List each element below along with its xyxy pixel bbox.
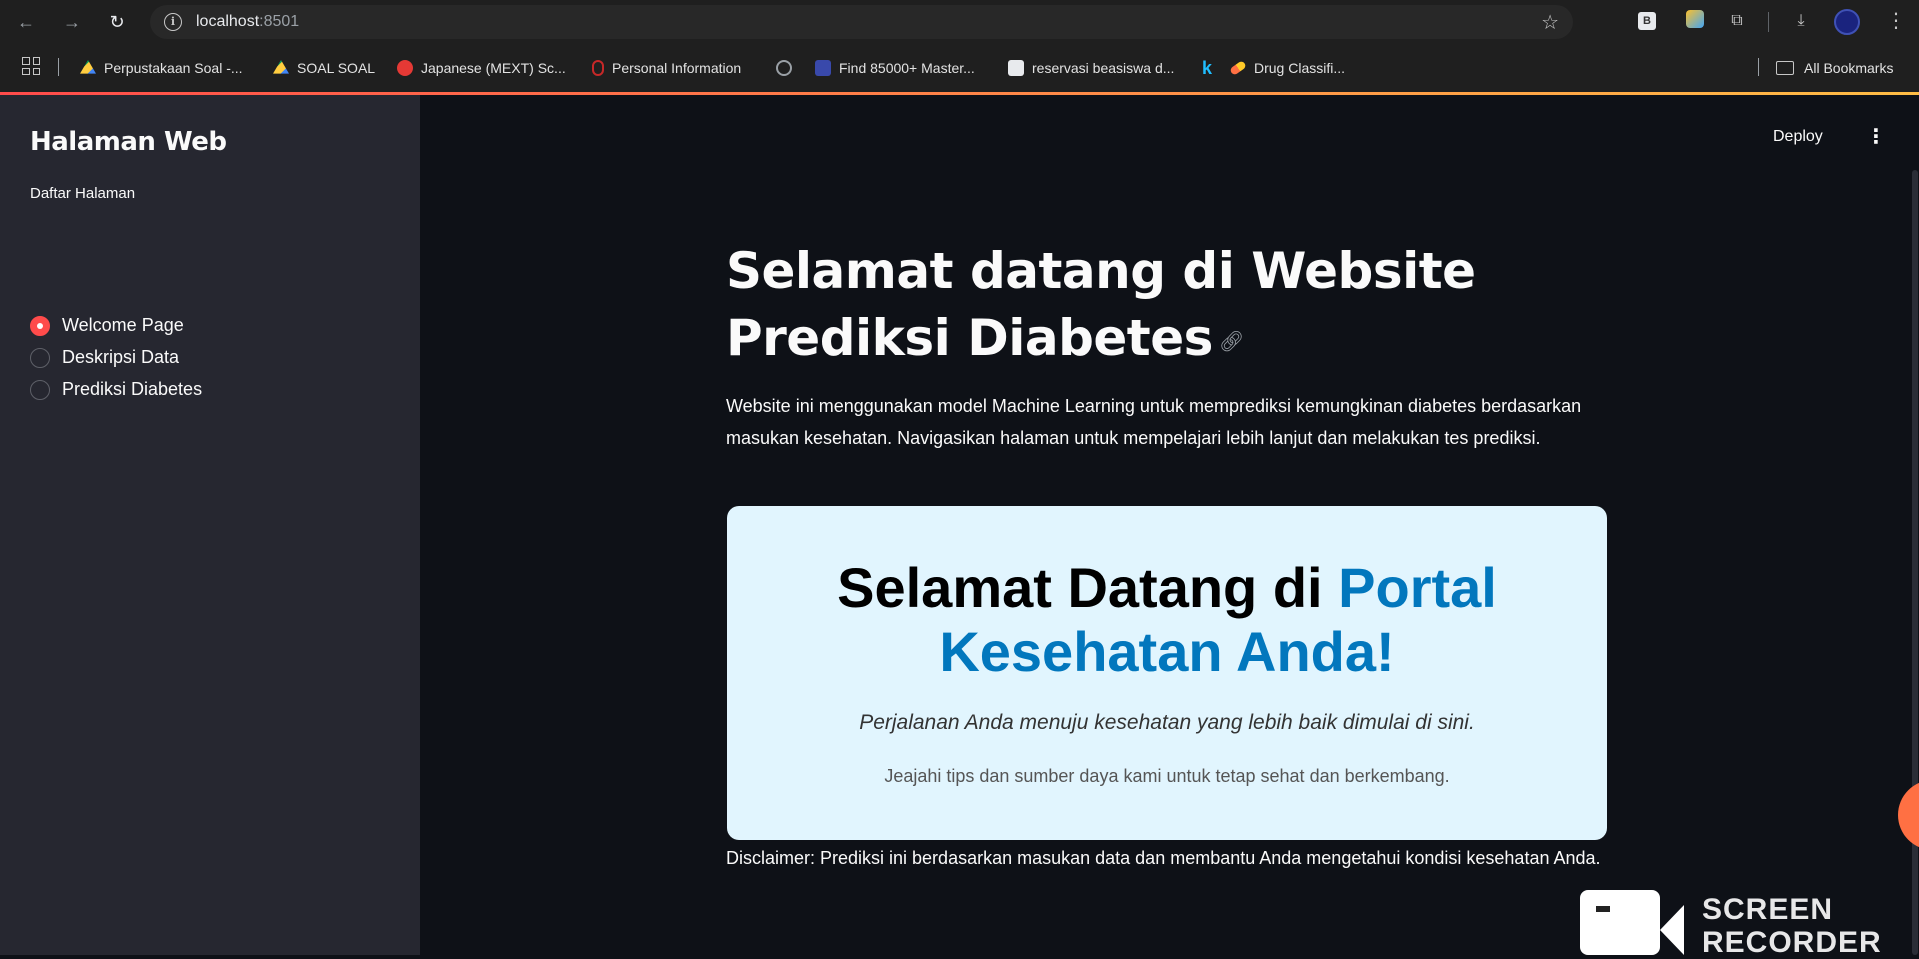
intro-text: Website ini menggunakan model Machine Le… [726, 396, 1582, 448]
kaggle-icon: k [1202, 57, 1213, 78]
bookmark-item[interactable]: Find 85000+ Master... [815, 58, 975, 78]
disclaimer-text: Disclaimer: Prediksi ini berdasarkan mas… [726, 848, 1601, 868]
apps-grid-icon[interactable] [22, 57, 40, 75]
all-bookmarks-button[interactable]: All Bookmarks [1776, 58, 1893, 78]
deploy-button[interactable]: Deploy [1773, 128, 1823, 146]
card-description: Jeajahi tips dan sumber daya kami untuk … [884, 766, 1450, 786]
app-menu-icon[interactable]: ⋮ [1866, 124, 1886, 149]
red-logo-icon [397, 60, 413, 76]
site-info-icon[interactable]: i [164, 13, 182, 31]
bookmark-item[interactable]: Drug Classifi... [1229, 58, 1345, 78]
page-title: Selamat datang di Website Prediksi Diabe… [726, 238, 1626, 375]
g-logo-icon [1008, 60, 1024, 76]
sidebar [0, 95, 420, 955]
bookmarks-bar: Perpustakaan Soal -... SOAL SOAL Japanes… [0, 44, 1919, 92]
radio-option-prediksi-diabetes[interactable]: Prediksi Diabetes [30, 379, 202, 400]
extensions-puzzle-icon[interactable]: ⧉ [1726, 10, 1748, 32]
pill-icon [1229, 60, 1247, 76]
folder-icon [1776, 61, 1794, 75]
bookmarks-divider [58, 58, 59, 76]
globe-icon [776, 60, 792, 76]
mouse-icon [592, 60, 604, 76]
radio-unselected-icon[interactable] [30, 379, 50, 400]
url-text[interactable]: localhost:8501 [196, 13, 299, 31]
back-icon[interactable]: ← [12, 8, 40, 36]
radio-selected-icon[interactable] [30, 315, 50, 336]
google-drive-icon [80, 60, 96, 74]
screen-recorder-lens-icon [1660, 905, 1684, 955]
google-drive-icon [273, 60, 289, 74]
card-subtitle: Perjalanan Anda menuju kesehatan yang le… [859, 711, 1475, 734]
bookmark-item[interactable]: Japanese (MEXT) Sc... [397, 58, 566, 78]
radio-unselected-icon[interactable] [30, 347, 50, 368]
screen-recorder-camera-icon [1580, 890, 1660, 955]
screen-recorder-watermark: SCREEN RECORDER [1702, 893, 1882, 959]
bookmark-item[interactable]: Personal Information [592, 58, 741, 78]
browser-toolbar: ← → ↻ i localhost:8501 ☆ B ⧉ ⤓ ⋮ [0, 0, 1919, 44]
bookmarks-divider-right [1758, 58, 1759, 76]
university-icon [815, 60, 831, 76]
radio-option-deskripsi-data[interactable]: Deskripsi Data [30, 347, 179, 368]
extension-b-icon[interactable]: B [1638, 12, 1656, 30]
browser-menu-icon[interactable]: ⋮ [1886, 8, 1906, 33]
downloads-icon[interactable]: ⤓ [1790, 10, 1812, 32]
bookmark-item[interactable]: SOAL SOAL [273, 58, 375, 78]
extension-colorful-icon[interactable] [1684, 10, 1706, 32]
sidebar-title: Halaman Web [30, 127, 227, 157]
bookmark-item[interactable] [776, 58, 792, 78]
radio-option-welcome-page[interactable]: Welcome Page [30, 315, 184, 336]
card-title: Selamat Datang di Portal Kesehatan Anda! [837, 556, 1497, 683]
forward-icon[interactable]: → [58, 8, 86, 36]
welcome-card: Selamat Datang di Portal Kesehatan Anda!… [727, 506, 1607, 840]
bookmark-star-icon[interactable]: ☆ [1541, 10, 1559, 35]
bookmark-item[interactable]: k [1202, 58, 1212, 78]
radio-group-label: Daftar Halaman [30, 185, 136, 202]
browser-chrome: ← → ↻ i localhost:8501 ☆ B ⧉ ⤓ ⋮ Perpust… [0, 0, 1919, 95]
profile-avatar[interactable] [1834, 9, 1860, 35]
address-bar[interactable]: i localhost:8501 ☆ [150, 5, 1573, 39]
toolbar-divider [1768, 12, 1769, 32]
bookmark-item[interactable]: reservasi beasiswa d... [1008, 58, 1174, 78]
reload-icon[interactable]: ↻ [103, 8, 131, 36]
bookmark-item[interactable]: Perpustakaan Soal -... [80, 58, 243, 78]
anchor-link-icon[interactable]: 🔗︎ [1219, 308, 1244, 375]
